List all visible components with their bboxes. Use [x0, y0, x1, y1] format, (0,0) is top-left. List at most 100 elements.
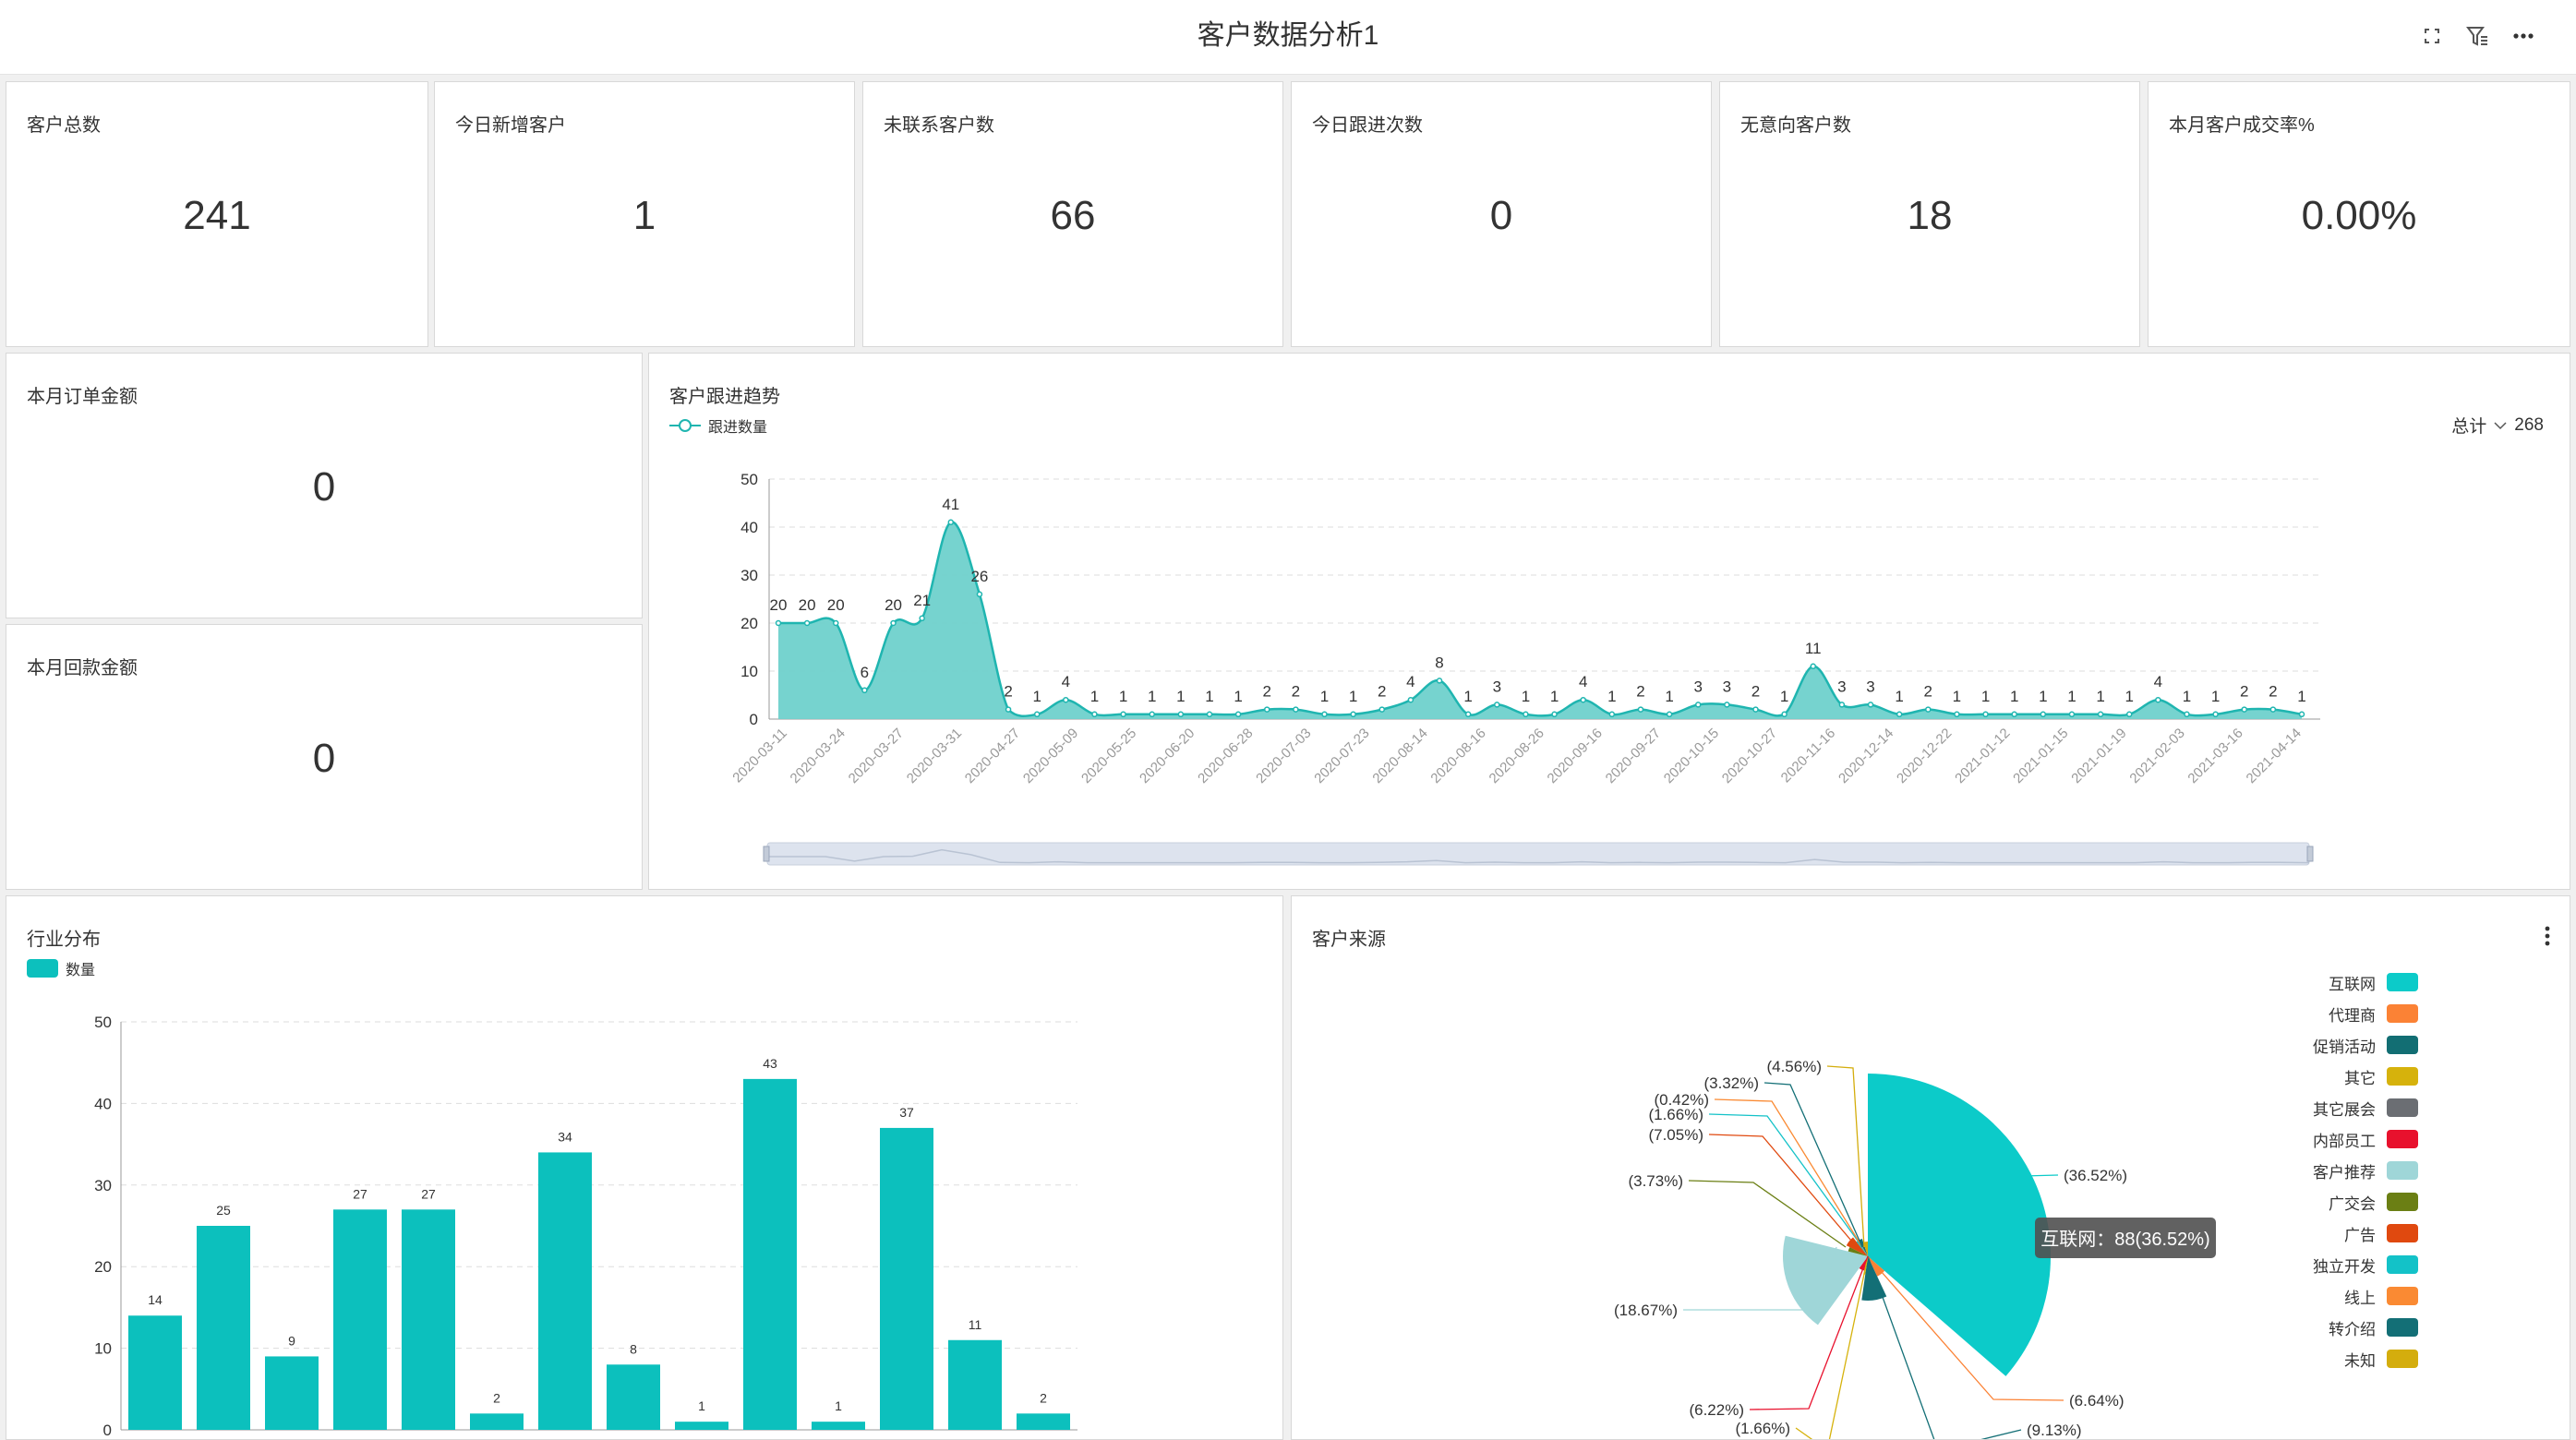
data-point [2155, 696, 2161, 703]
data-point [2184, 711, 2190, 718]
bar-value-label: 2 [493, 1390, 500, 1405]
data-point [2212, 711, 2219, 718]
data-point [1005, 706, 1012, 713]
kpi-label: 今日跟进次数 [1312, 115, 1423, 136]
y-tick-label: 0 [103, 1422, 112, 1439]
data-point [1033, 711, 1041, 718]
data-label: 1 [1522, 688, 1530, 705]
data-label: 2 [1263, 683, 1271, 701]
data-label: 1 [1090, 688, 1099, 705]
y-tick-label: 20 [740, 615, 758, 632]
more-icon[interactable] [2508, 20, 2539, 52]
kpi-card-uncontacted[interactable]: 未联系客户数 66 [862, 81, 1283, 347]
bar [948, 1339, 1002, 1430]
data-label: 1 [1953, 688, 1961, 705]
data-label: 1 [2297, 688, 2305, 705]
kpi-card-no-intent[interactable]: 无意向客户数 18 [1719, 81, 2140, 347]
x-tick-label: 2020-03-31 [904, 726, 965, 786]
data-label: 1 [2125, 688, 2133, 705]
data-zoom-slider[interactable] [763, 842, 2314, 866]
kpi-card-total-customers[interactable]: 客户总数 241 [6, 81, 428, 347]
kpi-card-new-today[interactable]: 今日新增客户 1 [434, 81, 855, 347]
trend-chart-svg: 0102030405020 20 20620 2141262 141 1 1 1 1 1 2 2 1 1 2… [729, 471, 2320, 866]
industry-chart-panel[interactable]: 行业分布 数量 0 10 20 30 40 50 14 25 9 27 27 2 34 8 1 43 1 37 11… [6, 895, 1283, 1440]
x-tick-label: 2020-03-24 [788, 726, 849, 786]
x-tick-label: 2020-05-09 [1020, 726, 1081, 786]
data-point [1063, 696, 1069, 703]
bar-value-label: 37 [899, 1105, 914, 1120]
data-point [1838, 702, 1846, 708]
card-value: 0 [312, 464, 336, 510]
top-bar: 客户数据分析1 [0, 0, 2576, 75]
x-tick-label: 2020-06-28 [1195, 726, 1256, 786]
pie-percent-label: (18.67%) [1614, 1302, 1678, 1319]
y-tick-label: 30 [94, 1177, 112, 1194]
data-point [803, 619, 811, 627]
data-point [1293, 706, 1299, 713]
filter-icon[interactable] [2462, 20, 2493, 52]
bar-value-label: 25 [216, 1203, 231, 1218]
data-point [1234, 711, 1242, 718]
data-label: 2 [1378, 683, 1386, 701]
data-point [1867, 702, 1874, 708]
data-label: 3 [1693, 678, 1702, 695]
kpi-card-followups-today[interactable]: 今日跟进次数 0 [1291, 81, 1712, 347]
order-amount-card[interactable]: 本月订单金额 0 [6, 353, 643, 618]
data-point [1666, 711, 1673, 718]
label-leader-line [1688, 1180, 1847, 1248]
pie-percent-label: (9.13%) [2027, 1422, 2082, 1439]
x-tick-label: 2020-05-25 [1078, 726, 1139, 786]
x-tick-label: 2020-03-27 [846, 726, 907, 786]
data-label: 1 [1607, 688, 1616, 705]
data-point [2241, 706, 2247, 713]
data-point [947, 519, 955, 526]
x-tick-label: 2021-01-12 [1952, 726, 2013, 786]
data-label: 11 [1805, 640, 1822, 657]
bar-value-label: 1 [698, 1398, 705, 1413]
data-label: 1 [2211, 688, 2220, 705]
trend-chart-panel[interactable]: 客户跟进趋势 跟进数量 总计 268 0 10 20 30 40 50 20 20 20 6 20 2… [648, 353, 2570, 890]
y-tick-label: 40 [94, 1095, 112, 1112]
kpi-label: 本月客户成交率% [2169, 115, 2315, 136]
zoom-handle-right [2306, 846, 2314, 862]
data-point [1608, 711, 1616, 718]
expand-icon[interactable] [2416, 20, 2448, 52]
pie-tooltip: 互联网：88(36.52%) [2035, 1218, 2216, 1258]
x-tick-label: 2020-04-27 [962, 726, 1023, 786]
data-label: 3 [1866, 678, 1874, 695]
data-point [1350, 711, 1356, 718]
data-label: 1 [1463, 688, 1472, 705]
data-label: 1 [2183, 688, 2191, 705]
pie-percent-label: (6.64%) [2069, 1392, 2125, 1410]
data-label: 1 [1148, 688, 1156, 705]
data-label: 21 [913, 592, 931, 609]
data-point [1982, 711, 1989, 718]
data-point [1263, 706, 1270, 713]
bar [675, 1422, 728, 1430]
data-point [2068, 711, 2076, 718]
bar [1017, 1413, 1070, 1430]
tooltip-text: 互联网：88(36.52%) [2040, 1229, 2209, 1250]
data-label: 2 [2240, 683, 2248, 701]
pie-percent-label: (7.05%) [1648, 1126, 1703, 1144]
payment-amount-card[interactable]: 本月回款金额 0 [6, 624, 643, 890]
kpi-card-deal-rate[interactable]: 本月客户成交率% 0.00% [2148, 81, 2570, 347]
x-tick-label: 2021-02-03 [2126, 726, 2187, 786]
y-tick-label: 0 [750, 711, 758, 728]
data-point [1954, 711, 1960, 718]
bar-value-label: 11 [969, 1317, 982, 1332]
x-tick-label: 2020-08-16 [1427, 726, 1488, 786]
data-point [1091, 711, 1098, 718]
data-point [1407, 696, 1414, 703]
x-tick-label: 2020-03-11 [729, 726, 789, 786]
data-point [1177, 711, 1185, 718]
data-label: 3 [1493, 678, 1501, 695]
data-label: 2 [2269, 683, 2277, 701]
x-tick-label: 2021-01-15 [2010, 726, 2071, 786]
data-label: 1 [2010, 688, 2018, 705]
source-chart-panel[interactable]: 客户来源 互联网 代理商 促销活动 其它 其它展会 内部员工 客户推荐 广交会 广告 独立开发 线上… [1291, 895, 2570, 1440]
data-point [833, 619, 839, 627]
bar [880, 1127, 933, 1430]
bar-value-label: 1 [835, 1398, 842, 1413]
bar-value-label: 9 [288, 1333, 295, 1348]
